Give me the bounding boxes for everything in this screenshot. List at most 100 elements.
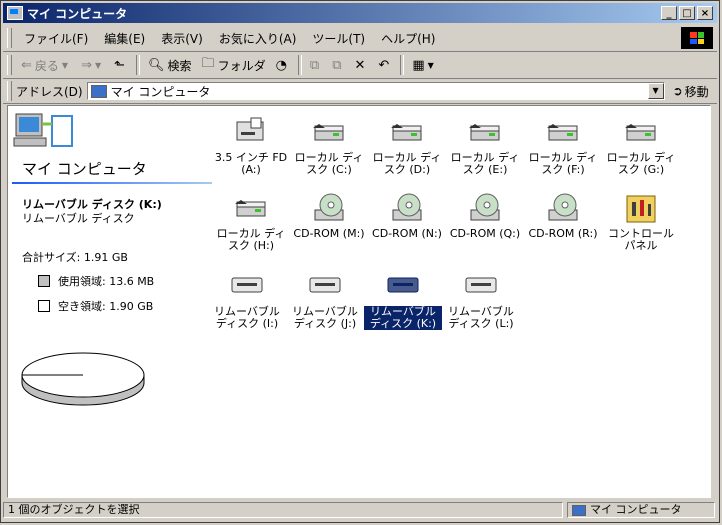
file-view: マイ コンピュータ リムーバブル ディスク (K:) リムーバブル ディスク 合… bbox=[7, 105, 711, 498]
address-dropdown-button[interactable]: ▼ bbox=[647, 83, 664, 99]
chevron-down-icon: ▼ bbox=[94, 60, 102, 70]
toolbar-grip[interactable] bbox=[7, 55, 12, 75]
drive-label: コントロール パネル bbox=[608, 227, 674, 252]
forward-button[interactable]: ⇒ ▼ bbox=[76, 54, 109, 76]
up-folder-icon: ⬑ bbox=[114, 57, 126, 73]
up-folder-button[interactable]: ⬑ bbox=[109, 54, 133, 76]
drive-item-m[interactable]: CD-ROM (M:) bbox=[290, 192, 368, 240]
menu-file[interactable]: ファイル(F) bbox=[16, 28, 96, 49]
copy-to-icon: ⧉ bbox=[332, 57, 342, 73]
move-to-button[interactable]: ⧉ bbox=[305, 54, 327, 76]
drive-icon-grid: 3.5 インチ FD (A:) ローカル ディスク (C:) ローカル ディスク… bbox=[212, 112, 710, 492]
search-label: 検索 bbox=[167, 58, 192, 73]
control-panel-item[interactable]: コントロール パネル bbox=[602, 192, 680, 252]
drive-label: リムーバブル ディスク (K:) bbox=[363, 305, 443, 331]
forward-arrow-icon: ⇒ bbox=[81, 57, 92, 73]
undo-icon: ↶ bbox=[378, 57, 390, 73]
drive-item-g[interactable]: ローカル ディスク (G:) bbox=[602, 116, 680, 176]
search-button[interactable]: 🔍︎ 検索 bbox=[143, 54, 197, 76]
drive-label: CD-ROM (N:) bbox=[372, 227, 442, 240]
undo-button[interactable]: ↶ bbox=[373, 54, 397, 76]
drive-item-k[interactable]: リムーバブル ディスク (K:) bbox=[363, 270, 443, 331]
maximize-button[interactable]: □ bbox=[679, 6, 695, 20]
cdrom-icon bbox=[392, 193, 422, 221]
window-title: マイ コンピュータ bbox=[27, 6, 128, 21]
drive-label: ローカル ディスク (F:) bbox=[528, 151, 598, 176]
total-size: 合計サイズ: 1.91 GB bbox=[22, 251, 128, 264]
drive-item-q[interactable]: CD-ROM (Q:) bbox=[446, 192, 524, 240]
menu-edit[interactable]: 編集(E) bbox=[96, 28, 153, 49]
drive-item-a[interactable]: 3.5 インチ FD (A:) bbox=[212, 116, 290, 176]
control-panel-icon bbox=[626, 195, 656, 223]
pane-title: マイ コンピュータ bbox=[22, 160, 147, 178]
explorer-window: マイ コンピュータ _ □ × ファイル(F) 編集(E) 表示(V) お気に入… bbox=[0, 0, 720, 523]
go-arrow-icon: ➲ bbox=[672, 84, 683, 98]
my-computer-icon bbox=[7, 6, 23, 20]
drive-item-f[interactable]: ローカル ディスク (F:) bbox=[524, 116, 602, 176]
removable-disk-icon bbox=[309, 277, 341, 293]
drive-item-d[interactable]: ローカル ディスク (D:) bbox=[368, 116, 446, 176]
back-button[interactable]: ⇐ 戻る ▼ bbox=[16, 54, 76, 76]
drive-item-n[interactable]: CD-ROM (N:) bbox=[368, 192, 446, 240]
drive-label: リムーバブル ディスク (L:) bbox=[448, 305, 514, 330]
used-space-swatch bbox=[38, 275, 50, 287]
info-pane: マイ コンピュータ リムーバブル ディスク (K:) リムーバブル ディスク 合… bbox=[8, 106, 213, 497]
selected-item-type: リムーバブル ディスク bbox=[22, 212, 135, 225]
hard-disk-icon bbox=[547, 124, 578, 141]
folders-button[interactable]: 🗀 フォルダ bbox=[197, 54, 271, 76]
drive-item-h[interactable]: ローカル ディスク (H:) bbox=[212, 192, 290, 252]
address-field[interactable]: マイ コンピュータ ▼ bbox=[86, 82, 665, 100]
drive-label: リムーバブル ディスク (J:) bbox=[292, 305, 358, 330]
used-space-text: 使用領域: 13.6 MB bbox=[58, 275, 155, 288]
menu-help[interactable]: ヘルプ(H) bbox=[373, 28, 443, 49]
drive-label: ローカル ディスク (C:) bbox=[294, 151, 364, 176]
minimize-button[interactable]: _ bbox=[661, 6, 677, 20]
drive-label: ローカル ディスク (E:) bbox=[450, 151, 520, 176]
drive-label: ローカル ディスク (H:) bbox=[216, 227, 286, 252]
close-button[interactable]: × bbox=[697, 6, 713, 20]
floppy-drive-icon bbox=[236, 117, 264, 141]
drive-label: リムーバブル ディスク (I:) bbox=[214, 305, 280, 330]
delete-button[interactable]: ✕ bbox=[350, 54, 374, 76]
drive-label: 3.5 インチ FD (A:) bbox=[214, 151, 288, 176]
my-computer-icon bbox=[90, 84, 107, 98]
hard-disk-icon bbox=[235, 200, 266, 217]
status-bar: 1 個のオブジェクトを選択 マイ コンピュータ bbox=[3, 500, 717, 520]
address-grip[interactable] bbox=[7, 81, 12, 101]
back-arrow-icon: ⇐ bbox=[21, 57, 32, 73]
removable-disk-icon bbox=[387, 277, 419, 293]
menu-tools[interactable]: ツール(T) bbox=[304, 28, 373, 49]
copy-to-button[interactable]: ⧉ bbox=[327, 54, 349, 76]
menu-bar: ファイル(F) 編集(E) 表示(V) お気に入り(A) ツール(T) ヘルプ(… bbox=[3, 25, 717, 52]
menu-view[interactable]: 表示(V) bbox=[153, 28, 211, 49]
address-bar: アドレス(D) マイ コンピュータ ▼ ➲ 移動 bbox=[3, 79, 717, 104]
address-value[interactable]: マイ コンピュータ bbox=[111, 83, 211, 100]
drive-item-r[interactable]: CD-ROM (R:) bbox=[524, 192, 602, 240]
go-button[interactable]: ➲ 移動 bbox=[673, 83, 709, 100]
drive-label: ローカル ディスク (D:) bbox=[372, 151, 442, 176]
views-button[interactable]: ▦ ▼ bbox=[407, 54, 441, 76]
menu-grip[interactable] bbox=[7, 28, 12, 48]
title-bar[interactable]: マイ コンピュータ _ □ × bbox=[3, 3, 717, 23]
cdrom-icon bbox=[314, 193, 344, 221]
back-label: 戻る bbox=[34, 58, 59, 73]
removable-disk-icon bbox=[231, 277, 263, 293]
status-selection-text: 1 個のオブジェクトを選択 bbox=[3, 502, 563, 518]
history-button[interactable]: ◔ bbox=[271, 54, 295, 76]
address-label: アドレス(D) bbox=[16, 84, 83, 99]
toolbar-separator bbox=[136, 55, 141, 75]
pane-divider bbox=[12, 182, 212, 184]
drive-label: ローカル ディスク (G:) bbox=[606, 151, 676, 176]
drive-item-e[interactable]: ローカル ディスク (E:) bbox=[446, 116, 524, 176]
free-space-text: 空き領域: 1.90 GB bbox=[58, 300, 154, 313]
folders-icon: 🗀 bbox=[201, 56, 215, 71]
drive-item-i[interactable]: リムーバブル ディスク (I:) bbox=[208, 270, 286, 330]
drive-item-l[interactable]: リムーバブル ディスク (L:) bbox=[442, 270, 520, 330]
my-computer-icon bbox=[572, 504, 586, 516]
windows-logo-icon bbox=[681, 27, 713, 49]
views-icon: ▦ bbox=[412, 57, 425, 73]
menu-favorites[interactable]: お気に入り(A) bbox=[211, 28, 305, 49]
drive-item-j[interactable]: リムーバブル ディスク (J:) bbox=[286, 270, 364, 330]
drive-item-c[interactable]: ローカル ディスク (C:) bbox=[290, 116, 368, 176]
standard-toolbar: ⇐ 戻る ▼ ⇒ ▼ ⬑ 🔍︎ 検索 🗀 フォルダ ◔ ⧉ ⧉ ✕ ↶ ▦ ▼ bbox=[3, 52, 717, 79]
